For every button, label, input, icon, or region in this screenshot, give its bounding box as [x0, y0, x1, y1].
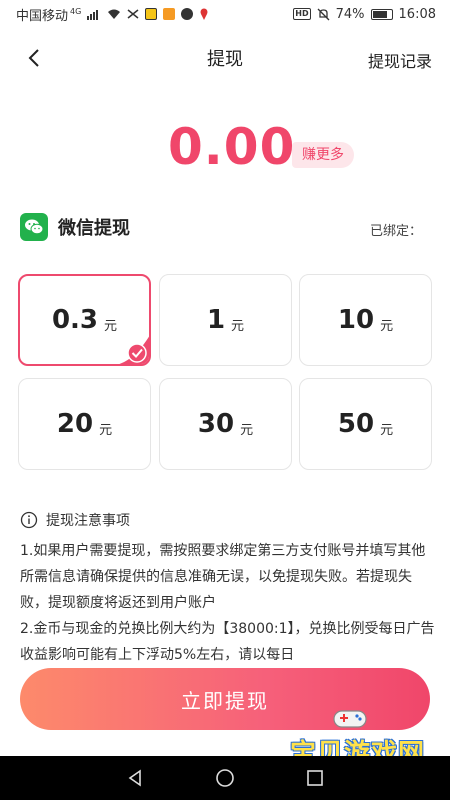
amount-option-50[interactable]: 50 元: [299, 378, 432, 470]
amount-option-1[interactable]: 1 元: [159, 274, 292, 366]
nav-recents-button[interactable]: [300, 763, 330, 793]
circle-home-icon: [216, 769, 234, 787]
chat-notification-icon: [181, 8, 194, 20]
wechat-withdraw-label: 微信提现: [58, 218, 130, 239]
status-bar-left: 中国移动 4G: [16, 5, 209, 24]
notes-header: 提现注意事项: [20, 510, 130, 530]
bound-status-label: 已绑定：: [369, 224, 422, 239]
nav-home-button[interactable]: [210, 763, 240, 793]
network-type: 4G: [70, 6, 82, 16]
selected-check-icon: [119, 336, 149, 364]
mute-icon: [317, 8, 330, 20]
amount-unit: 元: [240, 422, 254, 438]
amount-option-0-3[interactable]: 0.3 元: [18, 274, 151, 366]
withdraw-now-button[interactable]: 立即提现: [20, 668, 430, 730]
square-recents-icon: [307, 770, 323, 786]
triangle-back-icon: [128, 769, 141, 787]
wechat-icon: [20, 213, 48, 241]
usb-icon: [127, 9, 139, 19]
notes-body: 1.如果用户需要提现，需按照要求绑定第三方支付账号并填写其他所需信息请确保提供的…: [20, 538, 436, 664]
nav-back-button[interactable]: [120, 763, 150, 793]
header: 提现 提现记录: [0, 36, 450, 80]
amount-option-30[interactable]: 30 元: [159, 378, 292, 470]
amount-unit: 元: [380, 318, 394, 334]
amount-option-10[interactable]: 10 元: [299, 274, 432, 366]
clock: 16:08: [398, 6, 436, 22]
page-title: 提现: [207, 49, 243, 70]
amount-value: 0.3: [51, 305, 99, 335]
wifi-icon: [108, 9, 121, 19]
withdraw-screen: 中国移动 4G HD 74% 16:08 提现 提现记录 0.00 赚更多 微信…: [0, 0, 450, 800]
status-bar: 中国移动 4G HD 74% 16:08: [0, 0, 450, 28]
amount-grid: 0.3 元 1 元 10 元 20 元 30 元 50 元: [18, 274, 432, 470]
amount-value: 50: [337, 409, 375, 439]
status-bar-right: HD 74% 16:08: [293, 7, 436, 22]
chevron-left-icon: [28, 49, 39, 67]
balance-section: 0.00: [0, 118, 450, 188]
battery-percent: 74%: [335, 6, 365, 22]
back-button[interactable]: [20, 44, 48, 72]
earn-more-button[interactable]: 赚更多: [292, 142, 354, 168]
amount-value: 20: [56, 409, 94, 439]
amount-value: 30: [197, 409, 235, 439]
info-icon: [20, 511, 38, 529]
notes-title: 提现注意事项: [46, 513, 130, 529]
amount-unit: 元: [231, 318, 245, 334]
carrier-label: 中国移动: [16, 8, 69, 24]
balance-amount: 0.00: [168, 118, 296, 176]
battery-icon: [370, 8, 393, 20]
withdraw-records-link[interactable]: 提现记录: [368, 48, 432, 72]
amount-unit: 元: [104, 318, 118, 334]
note-item-2: 2.金币与现金的兑换比例大约为【38000:1】，兑换比例受每日广告收益影响可能…: [20, 621, 435, 663]
amount-option-20[interactable]: 20 元: [18, 378, 151, 470]
wechat-withdraw-row: 微信提现 已绑定：: [20, 212, 432, 242]
location-icon: [200, 8, 208, 20]
amount-unit: 元: [380, 422, 394, 438]
app-notification-icon: [163, 8, 176, 20]
amount-value: 1: [206, 305, 226, 335]
tv-app-icon: [145, 8, 158, 20]
hd-icon: HD: [293, 8, 311, 20]
withdraw-now-label: 立即提现: [181, 688, 269, 713]
amount-value: 10: [337, 305, 375, 335]
note-item-1: 1.如果用户需要提现，需按照要求绑定第三方支付账号并填写其他所需信息请确保提供的…: [20, 543, 426, 611]
amount-unit: 元: [99, 422, 113, 438]
signal-icon: [87, 10, 99, 20]
system-nav-bar: [0, 756, 450, 800]
